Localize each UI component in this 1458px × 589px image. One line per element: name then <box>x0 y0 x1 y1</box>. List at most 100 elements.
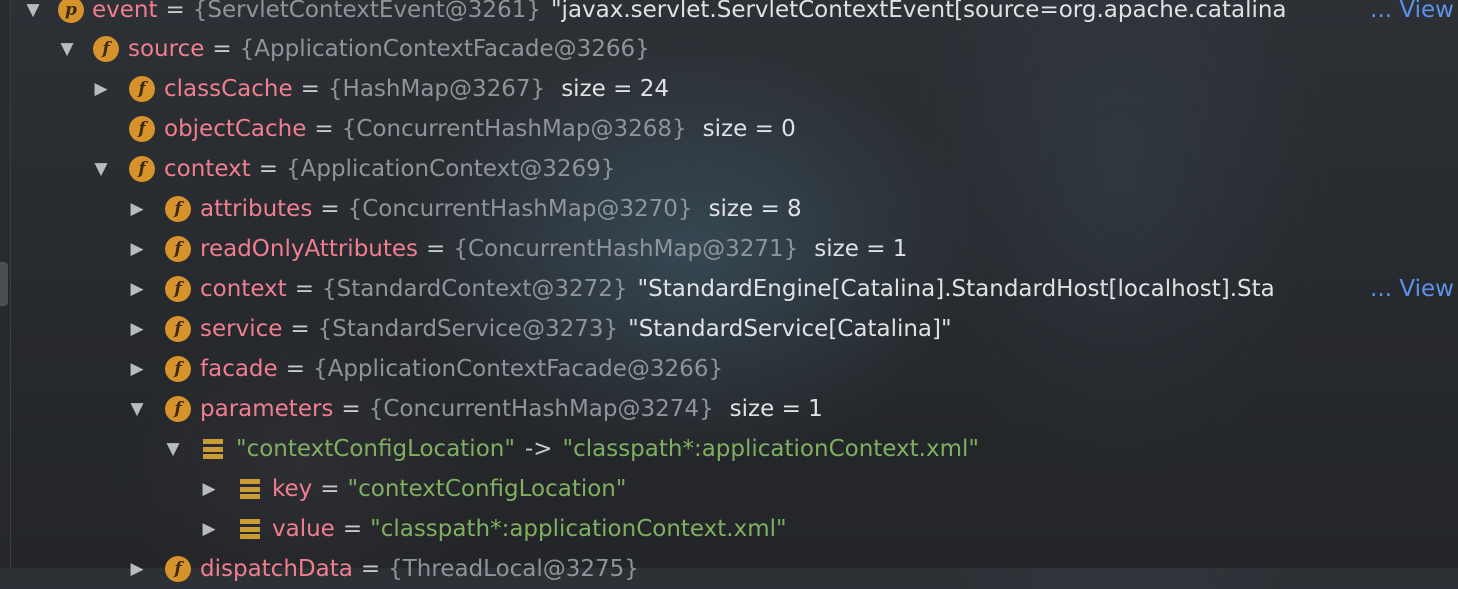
map-entry-icon <box>240 519 260 539</box>
var-value: size = 1 <box>814 236 908 262</box>
equals-sign: = <box>165 0 185 23</box>
var-value: "contextConfigLocation" <box>347 476 627 502</box>
equals-sign: = <box>314 116 334 142</box>
map-entry-icon <box>203 439 223 459</box>
var-type: {ApplicationContext@3269} <box>285 156 616 182</box>
var-name: objectCache <box>164 116 307 142</box>
field-icon: f <box>129 76 155 102</box>
var-value: size = 24 <box>561 76 669 102</box>
expand-arrow-icon[interactable]: ▼ <box>22 0 44 21</box>
collapse-arrow-icon[interactable]: ▶ <box>90 78 112 100</box>
map-entry-icon <box>240 479 260 499</box>
field-icon: f <box>93 36 119 62</box>
collapse-arrow-icon[interactable]: ▶ <box>198 518 220 540</box>
var-type: {HashMap@3267} <box>327 76 546 102</box>
var-name: event <box>92 0 158 23</box>
var-value: size = 1 <box>729 396 823 422</box>
tree-row-service[interactable]: ▶ f service = {StandardService@3273} "St… <box>0 309 1458 349</box>
field-icon: f <box>165 236 191 262</box>
variables-tree: ▼ p event = {ServletContextEvent@3261} "… <box>0 0 1458 582</box>
expand-arrow-icon[interactable]: ▼ <box>56 38 78 60</box>
view-link[interactable]: ... View <box>1370 0 1454 23</box>
tree-row-facade[interactable]: ▶ f facade = {ApplicationContextFacade@3… <box>0 349 1458 389</box>
equals-sign: = <box>342 516 363 542</box>
tree-row-map-entry[interactable]: ▼ "contextConfigLocation" -> "classpath*… <box>0 429 1458 469</box>
tree-row-event[interactable]: ▼ p event = {ServletContextEvent@3261} "… <box>0 0 1458 30</box>
var-type: {ServletContextEvent@3261} <box>192 0 541 23</box>
collapse-arrow-icon[interactable]: ▶ <box>126 238 148 260</box>
tree-row-objectcache[interactable]: f objectCache = {ConcurrentHashMap@3268}… <box>0 109 1458 149</box>
field-icon: f <box>165 196 191 222</box>
collapse-arrow-icon[interactable]: ▶ <box>198 478 220 500</box>
tree-row-attributes[interactable]: ▶ f attributes = {ConcurrentHashMap@3270… <box>0 189 1458 229</box>
entry-key: "contextConfigLocation" <box>236 436 515 462</box>
var-name: readOnlyAttributes <box>200 236 419 262</box>
tree-row-readonlyattributes[interactable]: ▶ f readOnlyAttributes = {ConcurrentHash… <box>0 229 1458 269</box>
var-name: attributes <box>200 196 313 222</box>
collapse-arrow-icon[interactable]: ▶ <box>126 278 148 300</box>
var-name: dispatchData <box>200 556 353 582</box>
var-name: source <box>128 36 205 62</box>
var-type: {ConcurrentHashMap@3274} <box>368 396 714 422</box>
view-link[interactable]: ... View <box>1370 276 1454 302</box>
expand-arrow-icon[interactable]: ▼ <box>162 438 184 460</box>
tree-row-value[interactable]: ▶ value = "classpath*:applicationContext… <box>0 509 1458 549</box>
var-type: {ApplicationContextFacade@3266} <box>312 356 724 382</box>
equals-sign: = <box>290 316 310 342</box>
var-name: service <box>200 316 283 342</box>
equals-sign: = <box>320 196 340 222</box>
var-type: {ThreadLocal@3275} <box>388 556 639 582</box>
var-type: {ApplicationContextFacade@3266} <box>239 36 650 62</box>
var-value: "javax.servlet.ServletContextEvent[sourc… <box>550 0 1287 23</box>
tree-row-context-inner[interactable]: ▶ f context = {StandardContext@3272} "St… <box>0 269 1458 309</box>
expand-arrow-icon[interactable]: ▼ <box>126 398 148 420</box>
var-name: parameters <box>200 396 334 422</box>
var-name: context <box>164 156 251 182</box>
equals-sign: = <box>285 356 305 382</box>
var-type: {ConcurrentHashMap@3270} <box>347 196 693 222</box>
equals-sign: = <box>341 396 361 422</box>
tree-row-parameters[interactable]: ▼ f parameters = {ConcurrentHashMap@3274… <box>0 389 1458 429</box>
var-name: key <box>272 476 313 502</box>
equals-sign: = <box>258 156 278 182</box>
collapse-arrow-icon[interactable]: ▶ <box>126 198 148 220</box>
var-name: facade <box>200 356 278 382</box>
collapse-arrow-icon[interactable]: ▶ <box>126 318 148 340</box>
var-name: classCache <box>164 76 293 102</box>
var-value: size = 8 <box>708 196 802 222</box>
expand-arrow-icon[interactable]: ▼ <box>90 158 112 180</box>
field-icon: f <box>165 396 191 422</box>
field-icon: f <box>165 276 191 302</box>
field-icon: f <box>165 556 191 582</box>
var-type: {ConcurrentHashMap@3268} <box>341 116 687 142</box>
var-value: size = 0 <box>702 116 796 142</box>
field-icon: f <box>165 316 191 342</box>
field-icon: f <box>129 156 155 182</box>
entry-value: "classpath*:applicationContext.xml" <box>562 436 979 462</box>
entry-arrow: -> <box>524 436 553 462</box>
equals-sign: = <box>294 276 314 302</box>
equals-sign: = <box>212 36 232 62</box>
var-type: {StandardService@3273} <box>317 316 619 342</box>
equals-sign: = <box>320 476 340 502</box>
equals-sign: = <box>360 556 381 582</box>
parameter-icon: p <box>58 0 84 23</box>
var-type: {StandardContext@3272} <box>321 276 628 302</box>
field-icon: f <box>165 356 191 382</box>
equals-sign: = <box>426 236 446 262</box>
collapse-arrow-icon[interactable]: ▶ <box>126 558 148 580</box>
var-name: value <box>272 516 335 542</box>
tree-row-key[interactable]: ▶ key = "contextConfigLocation" <box>0 469 1458 509</box>
var-value: "classpath*:applicationContext.xml" <box>370 516 787 542</box>
field-icon: f <box>129 116 155 142</box>
var-value: "StandardService[Catalina]" <box>628 316 952 342</box>
var-type: {ConcurrentHashMap@3271} <box>453 236 799 262</box>
equals-sign: = <box>300 76 320 102</box>
tree-row-context[interactable]: ▼ f context = {ApplicationContext@3269} <box>0 149 1458 189</box>
tree-row-classcache[interactable]: ▶ f classCache = {HashMap@3267} size = 2… <box>0 69 1458 109</box>
var-value: "StandardEngine[Catalina].StandardHost[l… <box>637 276 1275 302</box>
var-name: context <box>200 276 287 302</box>
tree-row-dispatchdata[interactable]: ▶ f dispatchData = {ThreadLocal@3275} <box>0 549 1458 589</box>
tree-row-source[interactable]: ▼ f source = {ApplicationContextFacade@3… <box>0 29 1458 69</box>
collapse-arrow-icon[interactable]: ▶ <box>126 358 148 380</box>
